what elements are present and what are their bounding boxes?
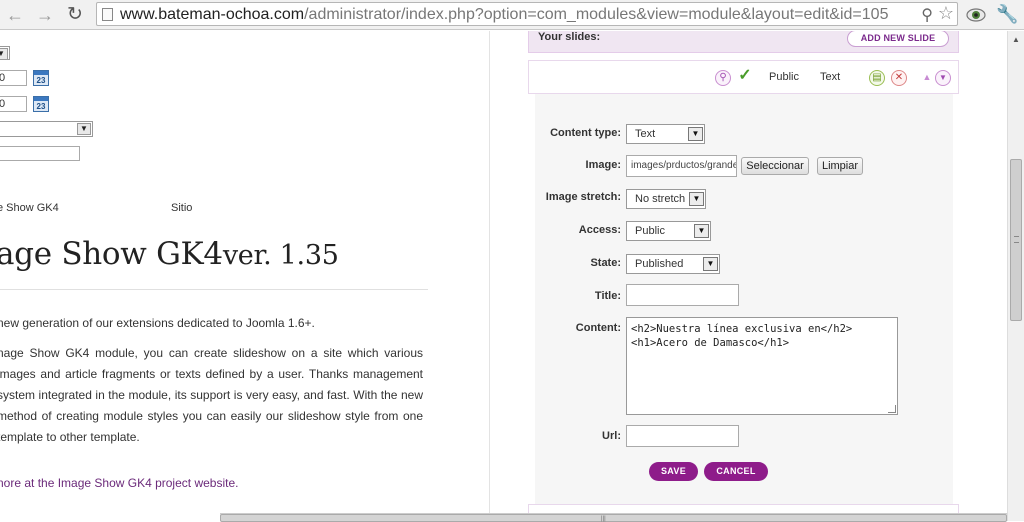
chevron-down-icon[interactable]: ▼ <box>935 70 951 86</box>
title-input[interactable] <box>626 284 739 306</box>
chevron-down-icon: ▼ <box>0 48 8 60</box>
chevron-up-icon[interactable]: ▲ <box>919 70 935 86</box>
url-path: /administrator/index.php?option=com_modu… <box>304 6 889 23</box>
description-paragraph-1: new generation of our extensions dedicat… <box>0 316 315 330</box>
module-site: Sitio <box>171 202 193 214</box>
state-value: Published <box>635 258 684 270</box>
select-image-button[interactable]: Seleccionar <box>741 157 809 175</box>
description-paragraph-2: nage Show GK4 module, you can create sli… <box>0 346 423 444</box>
copy-slide-icon[interactable]: ▤ <box>869 70 885 86</box>
slides-pane: Your slides: ADD NEW SLIDE ⚲ ✓ Public Te… <box>490 31 1007 521</box>
left-select-1[interactable]: ▼ <box>0 46 10 60</box>
calendar-icon[interactable]: 23 <box>33 70 49 86</box>
bookmark-star-icon[interactable]: ☆ <box>938 3 954 24</box>
divider <box>0 289 428 290</box>
url-domain: www.bateman-ochoa.com <box>120 6 305 23</box>
left-select-2[interactable]: ▼ <box>0 121 93 137</box>
cancel-button[interactable]: CANCEL <box>704 462 768 481</box>
vertical-scroll-thumb[interactable] <box>1010 159 1022 321</box>
content-label: Content: <box>575 322 621 334</box>
publish-up-input[interactable]: 0 <box>0 70 27 86</box>
content-type-label: Content type: <box>550 127 621 139</box>
delete-slide-icon[interactable]: ✕ <box>891 70 907 86</box>
slide-header[interactable]: ⚲ ✓ Public Text ▤ ✕ ▲ ▼ <box>528 60 959 94</box>
label-column: Content type: Image: Image stretch: Acce… <box>535 94 621 521</box>
slide-type: Text <box>820 71 841 83</box>
slides-bar: Your slides: ADD NEW SLIDE <box>528 31 959 53</box>
checkmark-icon[interactable]: ✓ <box>737 68 753 84</box>
forward-arrow-icon[interactable]: → <box>34 4 56 26</box>
reload-icon[interactable]: ↻ <box>64 4 86 26</box>
image-stretch-value: No stretch <box>635 193 686 205</box>
left-text-input[interactable] <box>0 146 80 161</box>
page-icon <box>102 8 113 21</box>
image-label: Image: <box>585 159 621 171</box>
horizontal-scrollbar[interactable]: ||| <box>220 513 1007 522</box>
url-label: Url: <box>602 430 621 442</box>
module-name: e Show GK4 <box>0 202 59 214</box>
image-stretch-select[interactable]: No stretch ▼ <box>626 189 706 209</box>
address-bar[interactable]: www.bateman-ochoa.com/administrator/inde… <box>96 2 958 26</box>
state-label: State: <box>590 257 621 269</box>
url-text[interactable]: www.bateman-ochoa.com/administrator/inde… <box>120 6 888 24</box>
clear-image-button[interactable]: Limpiar <box>817 157 863 175</box>
url-input[interactable] <box>626 425 739 447</box>
add-new-slide-button[interactable]: ADD NEW SLIDE <box>847 31 949 47</box>
heading-version: ver. 1.35 <box>222 240 339 271</box>
wrench-menu-icon[interactable]: 🔧 <box>996 4 1018 25</box>
chevron-down-icon: ▼ <box>77 123 91 135</box>
image-path-input[interactable]: images/prductos/grande <box>626 155 737 177</box>
project-website-link[interactable]: nore at the Image Show GK4 project websi… <box>0 476 238 490</box>
access-select[interactable]: Public ▼ <box>626 221 711 241</box>
eye-extension-icon[interactable] <box>966 5 986 25</box>
chevron-down-icon: ▼ <box>688 127 703 141</box>
content-type-value: Text <box>635 128 656 140</box>
content-textarea[interactable]: <h2>Nuestra línea exclusiva en</h2> <h1>… <box>626 317 898 415</box>
back-arrow-icon[interactable]: ← <box>4 4 26 26</box>
state-select[interactable]: Published ▼ <box>626 254 720 274</box>
chevron-down-icon: ▼ <box>694 224 709 238</box>
preview-zoom-icon[interactable]: ⚲ <box>715 70 731 86</box>
calendar-icon[interactable]: 23 <box>33 96 49 112</box>
access-label: Access: <box>578 224 621 236</box>
image-stretch-label: Image stretch: <box>545 191 621 203</box>
slides-label: Your slides: <box>538 31 601 43</box>
resize-handle-icon[interactable] <box>888 405 896 413</box>
grip-icon: ||| <box>601 516 606 522</box>
chevron-down-icon: ▼ <box>703 257 718 271</box>
content-value: <h2>Nuestra línea exclusiva en</h2> <h1>… <box>631 323 853 349</box>
heading-title: age Show GK4 <box>0 236 223 272</box>
access-value: Public <box>635 225 665 237</box>
slide-access: Public <box>769 71 799 83</box>
slide-edit-form: Content type: Image: Image stretch: Acce… <box>535 94 953 521</box>
module-heading: age Show GK4ver. 1.35 <box>0 236 339 272</box>
content-type-select[interactable]: Text ▼ <box>626 124 705 144</box>
save-button[interactable]: SAVE <box>649 462 698 481</box>
module-meta-row: e Show GK4 Sitio <box>0 202 300 218</box>
vertical-scrollbar[interactable]: ▲ <box>1007 31 1024 521</box>
scroll-up-icon[interactable]: ▲ <box>1009 33 1023 47</box>
browser-toolbar: ← → ↻ www.bateman-ochoa.com/administrato… <box>0 0 1024 30</box>
publish-down-input[interactable]: 0 <box>0 96 27 112</box>
search-icon[interactable]: ⚲ <box>921 5 933 25</box>
title-label: Title: <box>594 290 621 302</box>
chevron-down-icon: ▼ <box>689 192 704 206</box>
module-details-pane: ▼ 0 23 0 23 ▼ e Show GK4 Sitio age Show … <box>0 31 490 521</box>
